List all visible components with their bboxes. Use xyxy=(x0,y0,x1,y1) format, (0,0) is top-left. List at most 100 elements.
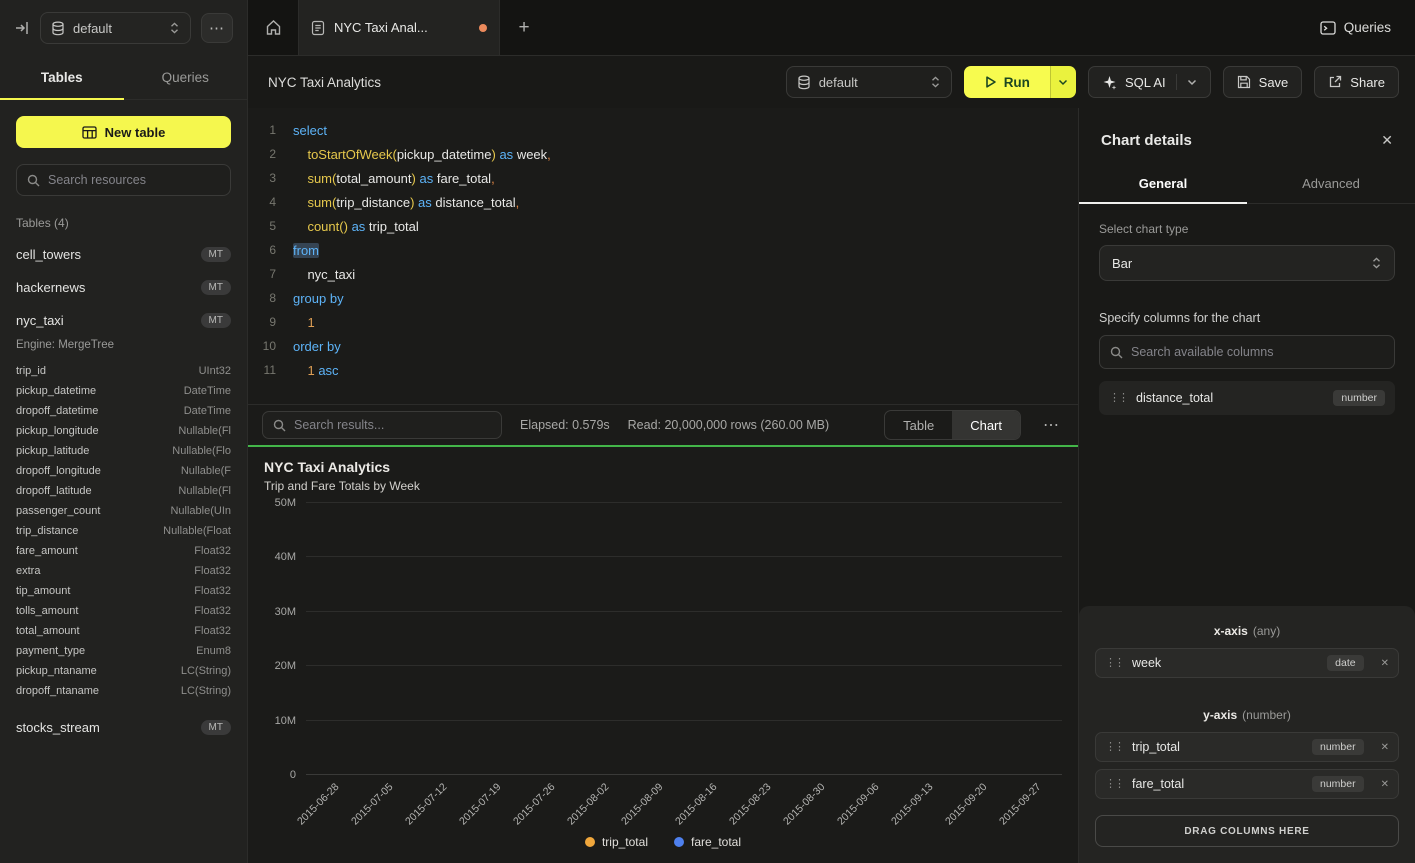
query-toolbar: NYC Taxi Analytics default Run SQL AI Sa… xyxy=(248,56,1415,108)
x-tick-label: 2015-09-20 xyxy=(943,781,989,827)
code-line[interactable]: 5 count() as trip_total xyxy=(248,214,1078,238)
column-name: pickup_datetime xyxy=(16,385,96,397)
collapse-sidebar-icon[interactable] xyxy=(14,20,30,36)
code-token xyxy=(293,363,307,378)
remove-icon[interactable]: ✕ xyxy=(1373,658,1389,669)
results-more-icon[interactable]: ⋯ xyxy=(1039,415,1064,435)
drag-handle-icon[interactable]: ⋮⋮ xyxy=(1109,393,1127,404)
new-tab-button[interactable]: + xyxy=(500,0,548,55)
code-token: fare_total xyxy=(437,171,491,186)
code-line[interactable]: 7 nyc_taxi xyxy=(248,262,1078,286)
run-button[interactable]: Run xyxy=(964,66,1050,98)
search-icon xyxy=(273,419,286,432)
close-icon[interactable]: ✕ xyxy=(1381,132,1393,149)
x-tick-label: 2015-07-19 xyxy=(457,781,503,827)
drag-handle-icon[interactable]: ⋮⋮ xyxy=(1105,658,1123,669)
code-line[interactable]: 11 1 asc xyxy=(248,358,1078,382)
sidebar-search-input[interactable] xyxy=(48,173,220,187)
share-button[interactable]: Share xyxy=(1314,66,1399,98)
queries-button[interactable]: Queries xyxy=(1296,0,1415,55)
code-text: sum(trip_distance) as distance_total, xyxy=(293,195,519,210)
axis-column-row[interactable]: ⋮⋮trip_totalnumber✕ xyxy=(1095,732,1399,762)
new-table-label: New table xyxy=(105,125,166,140)
drag-handle-icon[interactable]: ⋮⋮ xyxy=(1105,779,1123,790)
code-line[interactable]: 6from xyxy=(248,238,1078,262)
results-search-input[interactable] xyxy=(294,418,491,432)
column-row: passenger_countNullable(UIn xyxy=(16,501,231,521)
y-axis-hint: (number) xyxy=(1242,708,1291,722)
line-number: 8 xyxy=(248,291,276,305)
axis-config-section: x-axis(any) ⋮⋮weekdate✕ y-axis(number) ⋮… xyxy=(1079,606,1415,863)
column-row: pickup_datetimeDateTime xyxy=(16,381,231,401)
column-type: Float32 xyxy=(194,605,231,617)
database-selector[interactable]: default xyxy=(40,12,191,44)
code-line[interactable]: 2 toStartOfWeek(pickup_datetime) as week… xyxy=(248,142,1078,166)
table-row[interactable]: cell_towersMT xyxy=(0,238,247,271)
tab-nyc-taxi-analytics[interactable]: NYC Taxi Anal... xyxy=(298,0,500,55)
column-row: tip_amountFloat32 xyxy=(16,581,231,601)
run-options-button[interactable] xyxy=(1050,66,1076,98)
sql-ai-button[interactable]: SQL AI xyxy=(1088,66,1211,98)
sql-editor[interactable]: 1select2 toStartOfWeek(pickup_datetime) … xyxy=(248,108,1078,404)
line-number: 1 xyxy=(248,123,276,137)
columns-search-input[interactable] xyxy=(1131,345,1384,359)
code-line[interactable]: 4 sum(trip_distance) as distance_total, xyxy=(248,190,1078,214)
view-toggle-table[interactable]: Table xyxy=(885,411,952,439)
code-token: , xyxy=(491,171,495,186)
columns-section-label: Specify columns for the chart xyxy=(1099,311,1395,325)
x-axis-label: x-axis xyxy=(1214,624,1248,638)
sidebar-tab-queries[interactable]: Queries xyxy=(124,56,248,99)
code-lines: 1select2 toStartOfWeek(pickup_datetime) … xyxy=(248,118,1078,382)
remove-icon[interactable]: ✕ xyxy=(1373,742,1389,753)
table-row[interactable]: hackernewsMT xyxy=(0,271,247,304)
view-toggle-chart[interactable]: Chart xyxy=(952,411,1020,439)
chart-area: 010M20M30M40M50M xyxy=(264,503,1062,775)
chevron-down-icon xyxy=(1058,79,1068,86)
code-line[interactable]: 1select xyxy=(248,118,1078,142)
details-tabs: General Advanced xyxy=(1079,163,1415,204)
chevron-down-icon[interactable] xyxy=(1187,79,1197,86)
x-axis-labels: 2015-06-282015-07-052015-07-122015-07-19… xyxy=(306,775,1062,833)
code-text: sum(total_amount) as fare_total, xyxy=(293,171,495,186)
legend-item-fare_total[interactable]: fare_total xyxy=(674,835,741,849)
results-search[interactable] xyxy=(262,411,502,439)
code-token: , xyxy=(547,147,551,162)
column-type: Nullable(F xyxy=(181,465,231,477)
home-tab[interactable] xyxy=(248,0,298,55)
save-button[interactable]: Save xyxy=(1223,66,1303,98)
code-token: as xyxy=(499,147,513,162)
legend-item-trip_total[interactable]: trip_total xyxy=(585,835,648,849)
x-tick-label: 2015-08-09 xyxy=(619,781,665,827)
axis-column-row[interactable]: ⋮⋮fare_totalnumber✕ xyxy=(1095,769,1399,799)
table-row[interactable]: stocks_streamMT xyxy=(0,711,247,744)
column-name: trip_id xyxy=(16,365,46,377)
column-type: Nullable(Flo xyxy=(172,445,231,457)
code-line[interactable]: 9 1 xyxy=(248,310,1078,334)
queries-button-label: Queries xyxy=(1344,20,1391,35)
chart-type-select[interactable]: Bar xyxy=(1099,245,1395,281)
share-icon xyxy=(1328,75,1342,89)
table-row[interactable]: nyc_taxiMT xyxy=(0,304,247,337)
columns-search[interactable] xyxy=(1099,335,1395,369)
drag-handle-icon[interactable]: ⋮⋮ xyxy=(1105,742,1123,753)
new-table-button[interactable]: New table xyxy=(16,116,231,148)
code-line[interactable]: 8group by xyxy=(248,286,1078,310)
sidebar-search[interactable] xyxy=(16,164,231,196)
tab-advanced[interactable]: Advanced xyxy=(1247,163,1415,203)
remove-icon[interactable]: ✕ xyxy=(1373,779,1389,790)
legend-dot xyxy=(674,837,684,847)
toolbar-database-selector[interactable]: default xyxy=(786,66,952,98)
axis-column-row[interactable]: ⋮⋮distance_totalnumber xyxy=(1099,381,1395,415)
x-tick-label: 2015-08-02 xyxy=(565,781,611,827)
code-line[interactable]: 3 sum(total_amount) as fare_total, xyxy=(248,166,1078,190)
toolbar-database-value: default xyxy=(819,75,922,90)
drop-zone[interactable]: DRAG COLUMNS HERE xyxy=(1095,815,1399,847)
axis-column-row[interactable]: ⋮⋮weekdate✕ xyxy=(1095,648,1399,678)
code-line[interactable]: 10order by xyxy=(248,334,1078,358)
x-tick-label: 2015-07-12 xyxy=(403,781,449,827)
tab-general[interactable]: General xyxy=(1079,163,1247,203)
column-name: pickup_longitude xyxy=(16,425,99,437)
code-token xyxy=(293,195,307,210)
sidebar-tab-tables[interactable]: Tables xyxy=(0,56,124,99)
sidebar-more-button[interactable]: ⋯ xyxy=(201,13,233,43)
